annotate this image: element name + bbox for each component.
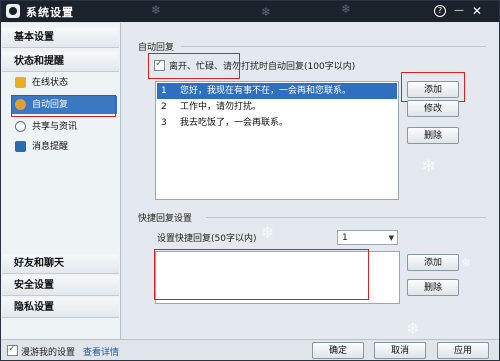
roam-settings-checkbox[interactable]	[7, 343, 18, 356]
section-divider	[181, 46, 486, 47]
help-icon[interactable]: ?	[434, 5, 446, 17]
sidebar: 基本设置 状态和提醒 在线状态 自动回复 共享与资讯 消息提醒 好友和聊天 安全…	[1, 23, 121, 339]
window-title: 系统设置	[26, 6, 74, 19]
annotation-highlight	[11, 95, 116, 117]
view-details-link[interactable]: 查看详情	[83, 345, 119, 358]
online-status-icon	[15, 77, 26, 88]
annotation-highlight	[154, 249, 369, 300]
sidebar-item-online-status[interactable]: 在线状态	[11, 74, 117, 92]
annotation-highlight	[401, 72, 465, 102]
nav-status-and-alerts[interactable]: 状态和提醒	[2, 52, 119, 72]
snowflake-decoration: ❄	[461, 256, 472, 270]
apply-button[interactable]: 应用	[437, 342, 489, 359]
close-button[interactable]: ✕	[471, 5, 483, 17]
snowflake-decoration: ❄	[151, 3, 162, 17]
nav-friends-chat[interactable]: 好友和聊天	[2, 254, 119, 274]
quick-reply-select[interactable]: 1 ▼	[337, 230, 398, 245]
ok-button[interactable]: 确定	[312, 342, 364, 359]
minimize-button[interactable]: —	[453, 5, 465, 17]
quick-reply-setting-label: 设置快捷回复(50字以内)	[157, 234, 257, 244]
bottom-bar: 漫游我的设置 查看详情 确定 取消 应用	[1, 339, 499, 360]
sidebar-item-message-alert[interactable]: 消息提醒	[11, 138, 117, 156]
chevron-down-icon[interactable]: ▼	[389, 231, 394, 246]
roam-settings-label: 漫游我的设置	[21, 348, 76, 358]
sidebar-item-label: 在线状态	[32, 78, 69, 88]
select-value: 1	[342, 233, 348, 243]
auto-reply-section-title: 自动回复	[138, 43, 175, 53]
app-logo-icon	[6, 4, 20, 18]
snowflake-decoration: ❄	[341, 2, 352, 16]
message-alert-icon	[15, 141, 26, 152]
delete-quick-reply-button[interactable]: 删除	[407, 279, 459, 296]
nav-privacy-settings[interactable]: 隐私设置	[2, 298, 119, 318]
snowflake-decoration: ❄	[261, 5, 272, 19]
list-item[interactable]: 2 工作中，请勿打扰。	[157, 99, 397, 115]
list-item[interactable]: 1 您好，我现在有事不在，一会再和您联系。	[157, 83, 397, 99]
title-bar[interactable]: ❄ ❄ ❄ 系统设置 ? — ✕	[1, 1, 499, 22]
annotation-highlight	[148, 53, 240, 79]
share-info-icon	[15, 121, 26, 132]
edit-reply-button[interactable]: 修改	[407, 100, 459, 117]
auto-reply-list[interactable]: 1 您好，我现在有事不在，一会再和您联系。 2 工作中，请勿打扰。 3 我去吃饭…	[155, 81, 399, 200]
sidebar-item-label: 消息提醒	[32, 142, 69, 152]
quick-reply-section-title: 快捷回复设置	[138, 214, 193, 224]
add-quick-reply-button[interactable]: 添加	[407, 254, 459, 271]
snowflake-decoration: ❄	[406, 319, 420, 338]
sidebar-item-share-info[interactable]: 共享与资讯	[11, 118, 117, 136]
nav-security-settings[interactable]: 安全设置	[2, 276, 119, 296]
settings-window: ❄ ❄ ❄ 系统设置 ? — ✕ 基本设置 状态和提醒 在线状态 自动回复 共享…	[0, 0, 500, 361]
delete-reply-button[interactable]: 删除	[407, 127, 459, 144]
snowflake-decoration: ❄	[421, 156, 437, 177]
list-item[interactable]: 3 我去吃饭了，一会再联系。	[157, 115, 397, 131]
snowflake-decoration: ❄	[261, 223, 275, 242]
section-divider	[206, 217, 486, 218]
cancel-button[interactable]: 取消	[374, 342, 426, 359]
nav-basic-settings[interactable]: 基本设置	[2, 28, 119, 48]
sidebar-item-label: 共享与资讯	[32, 122, 78, 132]
